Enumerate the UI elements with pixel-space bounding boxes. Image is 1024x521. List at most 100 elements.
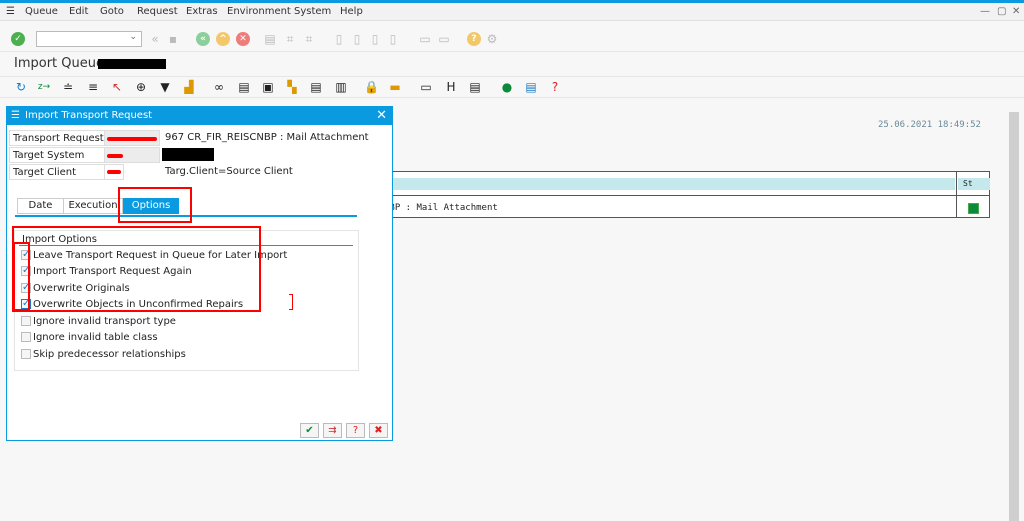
transport-icon[interactable]: ▟ [182,80,196,94]
help-button[interactable]: ? [346,423,365,438]
target-client-label: Target Client [9,164,105,180]
command-field[interactable]: ⌄ [36,31,142,47]
transport-request-field[interactable] [104,130,160,146]
window-icon: ☰ [11,110,20,121]
menu-goto[interactable]: Goto [100,6,124,17]
checkbox-unchecked[interactable] [21,332,31,342]
help-icon[interactable]: ? [467,32,481,46]
user-icon[interactable]: ● [500,80,514,94]
find-icon[interactable]: ⌗ [283,32,297,46]
annotation-checkboxes [13,242,30,311]
select-icon[interactable]: ↖ [110,80,124,94]
annotation-options-tab [118,187,192,223]
target-client-field[interactable] [104,164,124,180]
maximize-icon[interactable]: ▢ [997,6,1006,17]
table-row[interactable]: NBP : Mail Attachment [384,203,498,213]
system-toolbar: ✓ ⌄ « ▪ « ^ ✕ ▤ ⌗ ⌗ ▯ ▯ ▯ ▯ ▭ ▭ ? ⚙ [0,26,1024,52]
tab-execution[interactable]: Execution [63,198,123,214]
document-icon[interactable]: ▤ [237,80,251,94]
option-ignore-transport-type[interactable]: Ignore invalid transport type [21,315,176,329]
help-book-icon[interactable]: ? [548,80,562,94]
shortcut-icon[interactable]: ▭ [437,32,451,46]
menu-request[interactable]: Request [137,6,178,17]
first-page-icon[interactable]: ▯ [332,32,346,46]
cancel-button[interactable]: ✖ [369,423,388,438]
focus-bracket [289,294,293,310]
detail-icon[interactable]: ▥ [334,80,348,94]
continue-icon: ✔ [305,425,314,436]
find-next-icon[interactable]: ⌗ [302,32,316,46]
annotation-import-options [12,226,261,312]
queue-list-icon[interactable]: ▤ [468,80,482,94]
target-client-description: Targ.Client=Source Client [165,166,293,177]
cancel-icon[interactable]: ✕ [236,32,250,46]
refresh-icon[interactable]: ↻ [14,80,28,94]
dialog-title: ☰ Import Transport Request [7,107,392,125]
status-column: St [956,172,990,218]
option-label: Skip predecessor relationships [33,349,186,360]
tab-date[interactable]: Date [17,198,64,214]
back-icon[interactable]: « [196,32,210,46]
redacted-system-description [162,148,214,161]
previous-page-icon[interactable]: ▯ [350,32,364,46]
lock-icon[interactable]: 🔒 [364,80,379,94]
display-glasses-icon[interactable]: ∞ [212,80,226,94]
checkbox-unchecked[interactable] [21,316,31,326]
back-arrows-icon[interactable]: « [148,32,162,46]
dialog-title-text: Import Transport Request [25,110,153,121]
queue-table: NBP : Mail Attachment St [383,171,990,218]
transport-request-label: Transport Request [9,130,105,146]
expand-icon[interactable]: ≐ [61,80,75,94]
filter-lines-icon[interactable]: ≡ [86,80,100,94]
menu-extras[interactable]: Extras [186,6,218,17]
menu-edit[interactable]: Edit [69,6,88,17]
status-indicator [968,203,979,214]
option-label: Ignore invalid transport type [33,316,176,327]
sort-icon[interactable]: z→ [37,80,51,94]
exit-icon[interactable]: ^ [216,32,230,46]
option-label: Ignore invalid table class [33,332,158,343]
enter-icon[interactable]: ✓ [11,32,25,46]
menu-help[interactable]: Help [340,6,363,17]
compare-icon[interactable]: ▤ [309,80,323,94]
save-icon[interactable]: ▪ [166,32,180,46]
target-system-field[interactable] [104,147,160,163]
option-skip-predecessor[interactable]: Skip predecessor relationships [21,348,186,362]
next-page-icon[interactable]: ▯ [368,32,382,46]
monitor-icon[interactable]: ▭ [419,80,433,94]
log-icon[interactable]: ▣ [261,80,275,94]
minimize-icon[interactable]: — [980,6,990,17]
chevron-down-icon[interactable]: ⌄ [129,32,137,42]
settings-gear-icon[interactable]: ⚙ [485,32,499,46]
status-header[interactable]: St [958,178,990,190]
import-button[interactable]: ⇉ [323,423,342,438]
checkbox-unchecked[interactable] [21,349,31,359]
zoom-in-icon[interactable]: ⊕ [134,80,148,94]
truck-icon[interactable]: ▬ [388,80,402,94]
menu-bar: ☰ Queue Edit Goto Request Extras Environ… [0,3,1024,21]
target-system-label: Target System [9,147,105,163]
history-icon[interactable]: H [444,80,458,94]
last-page-icon[interactable]: ▯ [386,32,400,46]
import-icon: ⇉ [328,425,337,436]
filter-icon[interactable]: ▼ [158,80,172,94]
menu-environment[interactable]: Environment [227,6,291,17]
list-icon[interactable]: ▤ [524,80,538,94]
page-title: Import Queue: [14,56,109,71]
object-list-icon[interactable]: ▚ [285,80,299,94]
option-ignore-table-class[interactable]: Ignore invalid table class [21,331,158,345]
close-icon[interactable]: ✕ [376,107,387,125]
menu-icon[interactable]: ☰ [6,6,15,17]
application-toolbar: ↻ z→ ≐ ≡ ↖ ⊕ ▼ ▟ ∞ ▤ ▣ ▚ ▤ ▥ 🔒 ▬ ▭ H ▤ ●… [0,76,1024,98]
timestamp: 25.06.2021 18:49:52 [878,120,981,130]
new-session-icon[interactable]: ▭ [418,32,432,46]
menu-system[interactable]: System [294,6,331,17]
continue-button[interactable]: ✔ [300,423,319,438]
row-divider [384,195,990,196]
transport-request-description: 967 CR_FIR_REISCNBP : Mail Attachment [165,132,369,143]
close-window-icon[interactable]: ✕ [1012,6,1020,17]
menu-queue[interactable]: Queue [25,6,58,17]
vertical-scrollbar[interactable] [1009,112,1019,521]
cancel-icon: ✖ [374,425,383,436]
print-icon[interactable]: ▤ [263,32,277,46]
